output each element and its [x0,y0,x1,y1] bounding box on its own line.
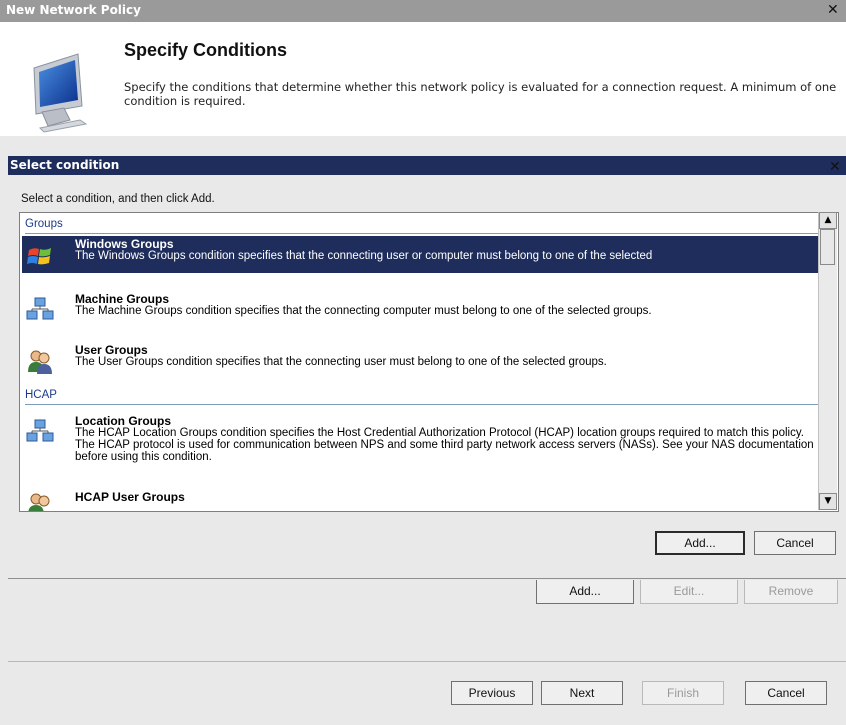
page-title: Specify Conditions [124,40,288,60]
item-description: The HCAP Location Groups condition speci… [75,427,814,463]
wizard-close-icon[interactable]: ✕ [827,2,839,18]
dialog-title: Select condition [10,158,120,172]
network-computer-icon [33,53,88,133]
user-groups-icon [28,350,52,374]
divider [8,578,846,579]
group-header-groups: Groups [25,218,820,234]
add-condition-button[interactable]: Add... [536,580,634,604]
cancel-button[interactable]: Cancel [745,681,827,705]
dialog-add-button[interactable]: Add... [655,531,745,555]
scroll-down-icon[interactable]: ▼ [819,493,837,510]
wizard-title-bar: New Network Policy [0,0,846,22]
hcap-user-groups-icon [28,493,50,511]
item-description: The Machine Groups condition specifies t… [75,305,652,317]
list-item-user-groups[interactable]: User Groups The User Groups condition sp… [22,342,819,379]
location-groups-icon [26,419,54,442]
item-name: Machine Groups [75,292,170,306]
footer-divider [8,661,846,662]
remove-condition-button[interactable]: Remove [744,580,838,604]
list-item-windows-groups[interactable]: Windows Groups The Windows Groups condit… [22,236,819,273]
item-name: Location Groups [75,414,171,428]
previous-button[interactable]: Previous [451,681,533,705]
dialog-close-icon[interactable]: ✕ [829,159,841,175]
machine-groups-icon [26,297,54,320]
next-button[interactable]: Next [541,681,623,705]
item-name: User Groups [75,343,148,357]
page-description: Specify the conditions that determine wh… [124,80,837,108]
item-name: Windows Groups [75,237,174,251]
item-description: The User Groups condition specifies that… [75,356,607,368]
item-name: HCAP User Groups [75,490,185,504]
dialog-title-bar: Select condition [8,156,846,175]
dialog-instruction: Select a condition, and then click Add. [21,193,215,205]
condition-list[interactable]: Groups Windows Groups The Windows Groups… [19,212,839,512]
wizard-title: New Network Policy [6,3,141,17]
scroll-thumb[interactable] [820,229,835,265]
list-item-location-groups[interactable]: Location Groups The HCAP Location Groups… [22,413,819,477]
edit-condition-button[interactable]: Edit... [640,580,738,604]
list-item-machine-groups[interactable]: Machine Groups The Machine Groups condit… [22,291,819,328]
finish-button[interactable]: Finish [642,681,724,705]
item-description: The Windows Groups condition specifies t… [75,250,653,262]
dialog-cancel-button[interactable]: Cancel [754,531,836,555]
group-header-hcap: HCAP [25,389,820,405]
scroll-up-icon[interactable]: ▲ [819,212,837,229]
wizard-header: Specify Conditions Specify the condition… [0,22,846,136]
list-item-hcap-user-groups[interactable]: HCAP User Groups [22,489,819,511]
windows-groups-icon [27,248,51,265]
